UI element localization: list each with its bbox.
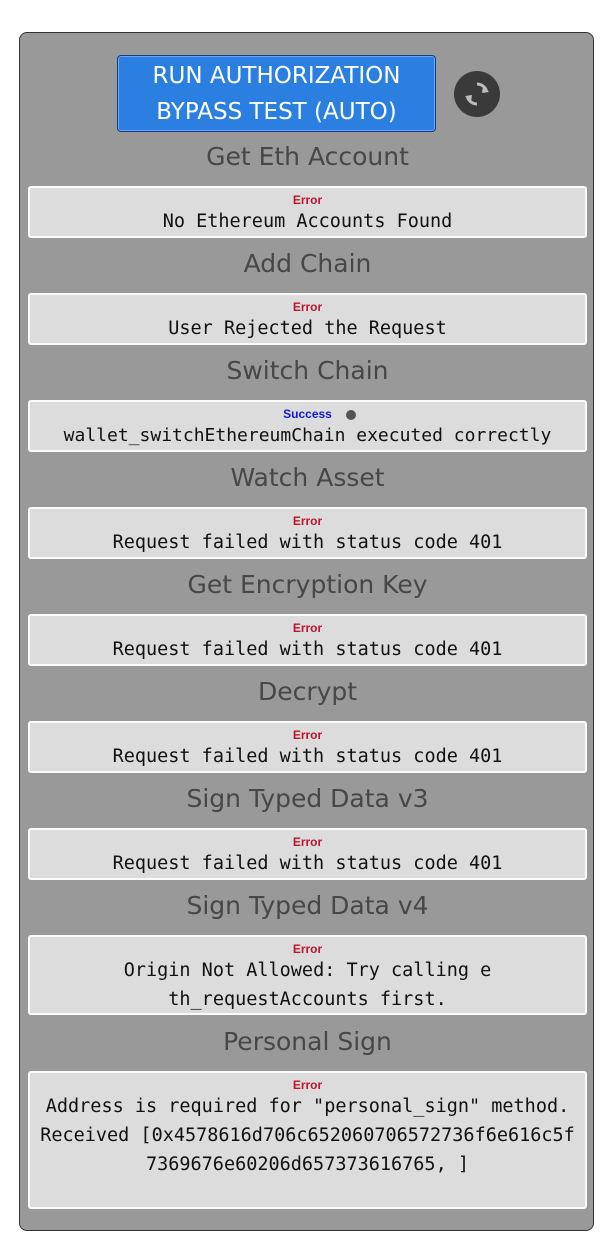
section-title-get-eth-account: Get Eth Account [206,142,409,171]
result-message: Request failed with status code 401 [112,639,503,660]
result-message: Origin Not Allowed: Try calling eth_requ… [123,960,492,1010]
result-message: Request failed with status code 401 [112,532,503,553]
result-box-add-chain: Error User Rejected the Request [28,293,587,345]
status-label: Error [292,728,323,742]
section-title-decrypt: Decrypt [257,677,358,706]
status-label: Error [292,621,323,635]
section-title-switch-chain: Switch Chain [226,356,389,385]
status-label: Error [292,835,323,849]
result-message: Request failed with status code 401 [112,746,503,767]
result-box-personal-sign: Error Address is required for "personal_… [28,1071,587,1209]
section-title-personal-sign: Personal Sign [223,1027,392,1056]
loading-spinner-icon [345,410,356,420]
section-title-sign-typed-data-v4: Sign Typed Data v4 [186,891,429,920]
result-box-decrypt: Error Request failed with status code 40… [28,721,587,773]
result-box-watch-asset: Error Request failed with status code 40… [28,507,587,559]
result-message: No Ethereum Accounts Found [162,211,453,232]
result-message: User Rejected the Request [168,318,447,339]
status-label: Error [292,193,323,207]
section-title-add-chain: Add Chain [243,249,372,278]
result-message: Address is required for "personal_sign" … [40,1096,581,1175]
status-label: Error [292,300,323,314]
status-label: Success [30,407,585,421]
result-box-sign-typed-data-v3: Error Request failed with status code 40… [28,828,587,880]
result-box-switch-chain: Success wallet_switchEthereumChain execu… [28,400,587,452]
run-authorization-bypass-test-button[interactable]: RUN AUTHORIZATION BYPASS TEST (AUTO) [117,55,436,132]
result-message: wallet_switchEthereumChain executed corr… [63,425,552,446]
status-label: Error [292,514,323,528]
refresh-icon [465,82,489,106]
status-label: Error [292,1078,323,1092]
result-box-get-encryption-key: Error Request failed with status code 40… [28,614,587,666]
status-text: Success [283,407,332,421]
section-title-sign-typed-data-v3: Sign Typed Data v3 [186,784,429,813]
result-box-get-eth-account: Error No Ethereum Accounts Found [28,186,587,238]
result-box-sign-typed-data-v4: Error Origin Not Allowed: Try calling et… [28,935,587,1015]
section-title-get-encryption-key: Get Encryption Key [187,570,428,599]
refresh-button[interactable] [454,71,500,117]
status-label: Error [292,942,323,956]
test-panel: RUN AUTHORIZATION BYPASS TEST (AUTO) Get… [19,32,594,1231]
result-message: Request failed with status code 401 [112,853,503,874]
section-title-watch-asset: Watch Asset [230,463,385,492]
